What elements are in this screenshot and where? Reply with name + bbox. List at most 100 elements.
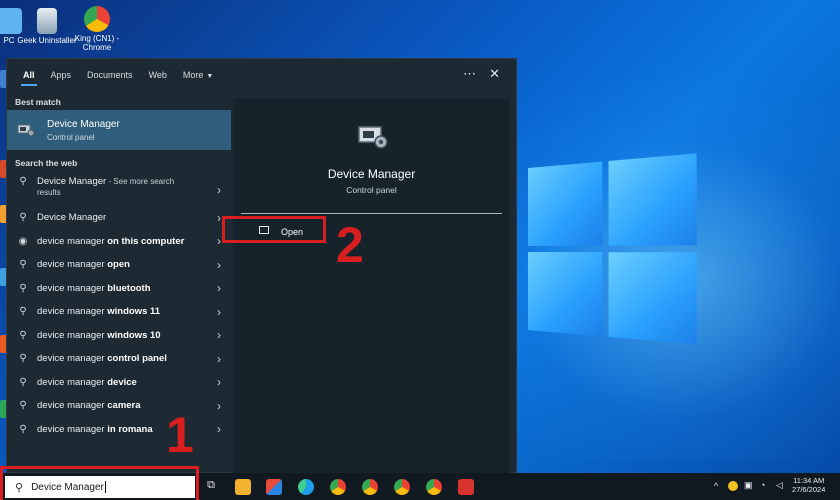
web-result-item[interactable]: ⚲ device manager windows 10 ›: [7, 324, 231, 348]
chevron-right-icon: ›: [217, 304, 221, 319]
chevron-right-icon: ›: [217, 234, 221, 249]
chevron-right-icon: ›: [217, 281, 221, 296]
result-suffix: windows 11: [104, 306, 161, 318]
best-match-title: Device Manager: [47, 118, 120, 130]
best-match-item[interactable]: Device Manager Control panel: [7, 110, 231, 150]
result-suffix: windows 10: [104, 329, 161, 341]
desktop-icon-label: King (CN1) - Chrome: [74, 34, 120, 52]
result-suffix: bluetooth: [104, 282, 151, 294]
clock[interactable]: 11:34 AM 27/6/2024: [792, 476, 825, 494]
chrome-icon: [84, 6, 110, 32]
desktop-icon-chrome[interactable]: King (CN1) - Chrome: [66, 6, 128, 52]
tray-app-icon[interactable]: [728, 481, 738, 491]
result-query: device manager: [37, 282, 105, 294]
search-icon: ⚲: [19, 329, 27, 341]
edge-icon[interactable]: [298, 479, 314, 495]
web-result-item[interactable]: ⚲ device manager open ›: [7, 253, 231, 277]
result-query: device manager: [37, 259, 105, 271]
wifi-icon[interactable]: ◔: [760, 480, 765, 490]
result-query: device manager: [37, 400, 105, 412]
chevron-right-icon: ›: [217, 183, 221, 197]
result-query: device manager: [37, 423, 105, 435]
result-suffix: open: [104, 259, 130, 271]
device-manager-icon: [357, 123, 389, 151]
tab-all[interactable]: All: [21, 61, 36, 89]
chevron-right-icon: ›: [217, 351, 221, 366]
result-query: device manager: [37, 376, 105, 388]
result-suffix: device: [104, 376, 137, 388]
tray-app-icon[interactable]: ▣: [744, 480, 753, 491]
chevron-right-icon: ›: [217, 422, 221, 437]
tab-web[interactable]: Web: [149, 61, 167, 89]
search-icon: ⚲: [19, 212, 27, 224]
result-query: device manager: [37, 329, 105, 341]
store-icon[interactable]: [266, 479, 282, 495]
search-icon: ⚲: [19, 176, 27, 187]
chevron-right-icon: ›: [217, 398, 221, 413]
clock-date: 27/6/2024: [792, 485, 826, 494]
search-icon: ⚲: [19, 400, 27, 412]
web-result-item[interactable]: ⚲ device manager windows 11 ›: [7, 300, 231, 324]
wps-office-icon[interactable]: [458, 479, 474, 495]
geek-uninstaller-icon: [37, 8, 57, 34]
annotation-box-open: [222, 216, 326, 243]
web-result-item[interactable]: ◉ device manager on this computer ›: [7, 230, 231, 254]
web-result-item[interactable]: ⚲ device manager device ›: [7, 371, 231, 395]
annotation-step-2: 2: [336, 217, 364, 273]
search-icon: ⚲: [19, 353, 27, 365]
divider: [241, 213, 502, 214]
best-match-heading: Best match: [15, 97, 61, 107]
tab-more[interactable]: More ▼: [183, 61, 213, 89]
web-result-item[interactable]: ⚲ device manager in romana ›: [7, 418, 231, 442]
result-query: Device Manager: [37, 176, 107, 187]
web-result-item[interactable]: ⚲ device manager control panel ›: [7, 347, 231, 371]
search-icon: ⚲: [19, 376, 27, 388]
chevron-up-icon[interactable]: ^: [714, 481, 718, 491]
tab-documents[interactable]: Documents: [87, 61, 133, 89]
chrome-icon[interactable]: [330, 479, 346, 495]
result-query: device manager: [37, 306, 105, 318]
result-query: device manager: [37, 235, 105, 247]
detail-subtitle: Control panel: [346, 185, 397, 195]
search-icon: ⚲: [19, 423, 27, 435]
task-view-icon[interactable]: ⧉: [203, 479, 219, 495]
chevron-right-icon: ›: [217, 328, 221, 343]
result-suffix: on this computer: [104, 235, 185, 247]
result-suffix: control panel: [104, 353, 167, 365]
result-query: device manager: [37, 353, 105, 365]
file-explorer-icon[interactable]: [235, 479, 251, 495]
result-suffix: in romana: [104, 423, 153, 435]
search-icon: ⚲: [19, 282, 27, 294]
detail-pane: Device Manager Control panel Open: [233, 99, 510, 474]
search-icon: ⚲: [19, 259, 27, 271]
web-result-item[interactable]: ⚲ device manager camera ›: [7, 394, 231, 418]
result-query: Device Manager: [37, 212, 107, 224]
windows-logo-wallpaper: [528, 153, 699, 347]
volume-icon[interactable]: ◁: [776, 480, 783, 491]
search-filter-tabs: All Apps Documents Web More ▼ ⋯ ✕: [7, 59, 516, 91]
chevron-right-icon: ›: [217, 210, 221, 225]
caret-down-icon: ▼: [206, 73, 214, 80]
search-web-heading: Search the web: [15, 158, 78, 168]
chrome-profile-icon[interactable]: [394, 479, 410, 495]
web-result-item[interactable]: ⚲ Device Manager ›: [7, 206, 231, 230]
web-result-item[interactable]: ⚲ device manager bluetooth ›: [7, 277, 231, 301]
result-suffix: camera: [104, 400, 141, 412]
web-result-item[interactable]: ⚲ Device Manager - See more search resul…: [7, 171, 231, 206]
detail-title: Device Manager: [327, 167, 416, 181]
chrome-profile-icon[interactable]: [362, 479, 378, 495]
best-match-subtitle: Control panel: [47, 132, 95, 142]
chevron-right-icon: ›: [217, 375, 221, 390]
bing-icon: ◉: [18, 235, 28, 247]
close-icon[interactable]: ✕: [489, 66, 500, 82]
chrome-profile-icon[interactable]: [426, 479, 442, 495]
device-manager-icon: [17, 123, 35, 137]
annotation-box-search: [0, 466, 199, 500]
more-options-icon[interactable]: ⋯: [463, 66, 476, 82]
clock-time: 11:34 AM: [793, 476, 825, 485]
search-panel: All Apps Documents Web More ▼ ⋯ ✕ Best ma…: [6, 58, 517, 474]
chevron-right-icon: ›: [217, 257, 221, 272]
tab-apps[interactable]: Apps: [51, 61, 72, 89]
annotation-step-1: 1: [166, 407, 194, 463]
search-icon: ⚲: [19, 306, 27, 318]
